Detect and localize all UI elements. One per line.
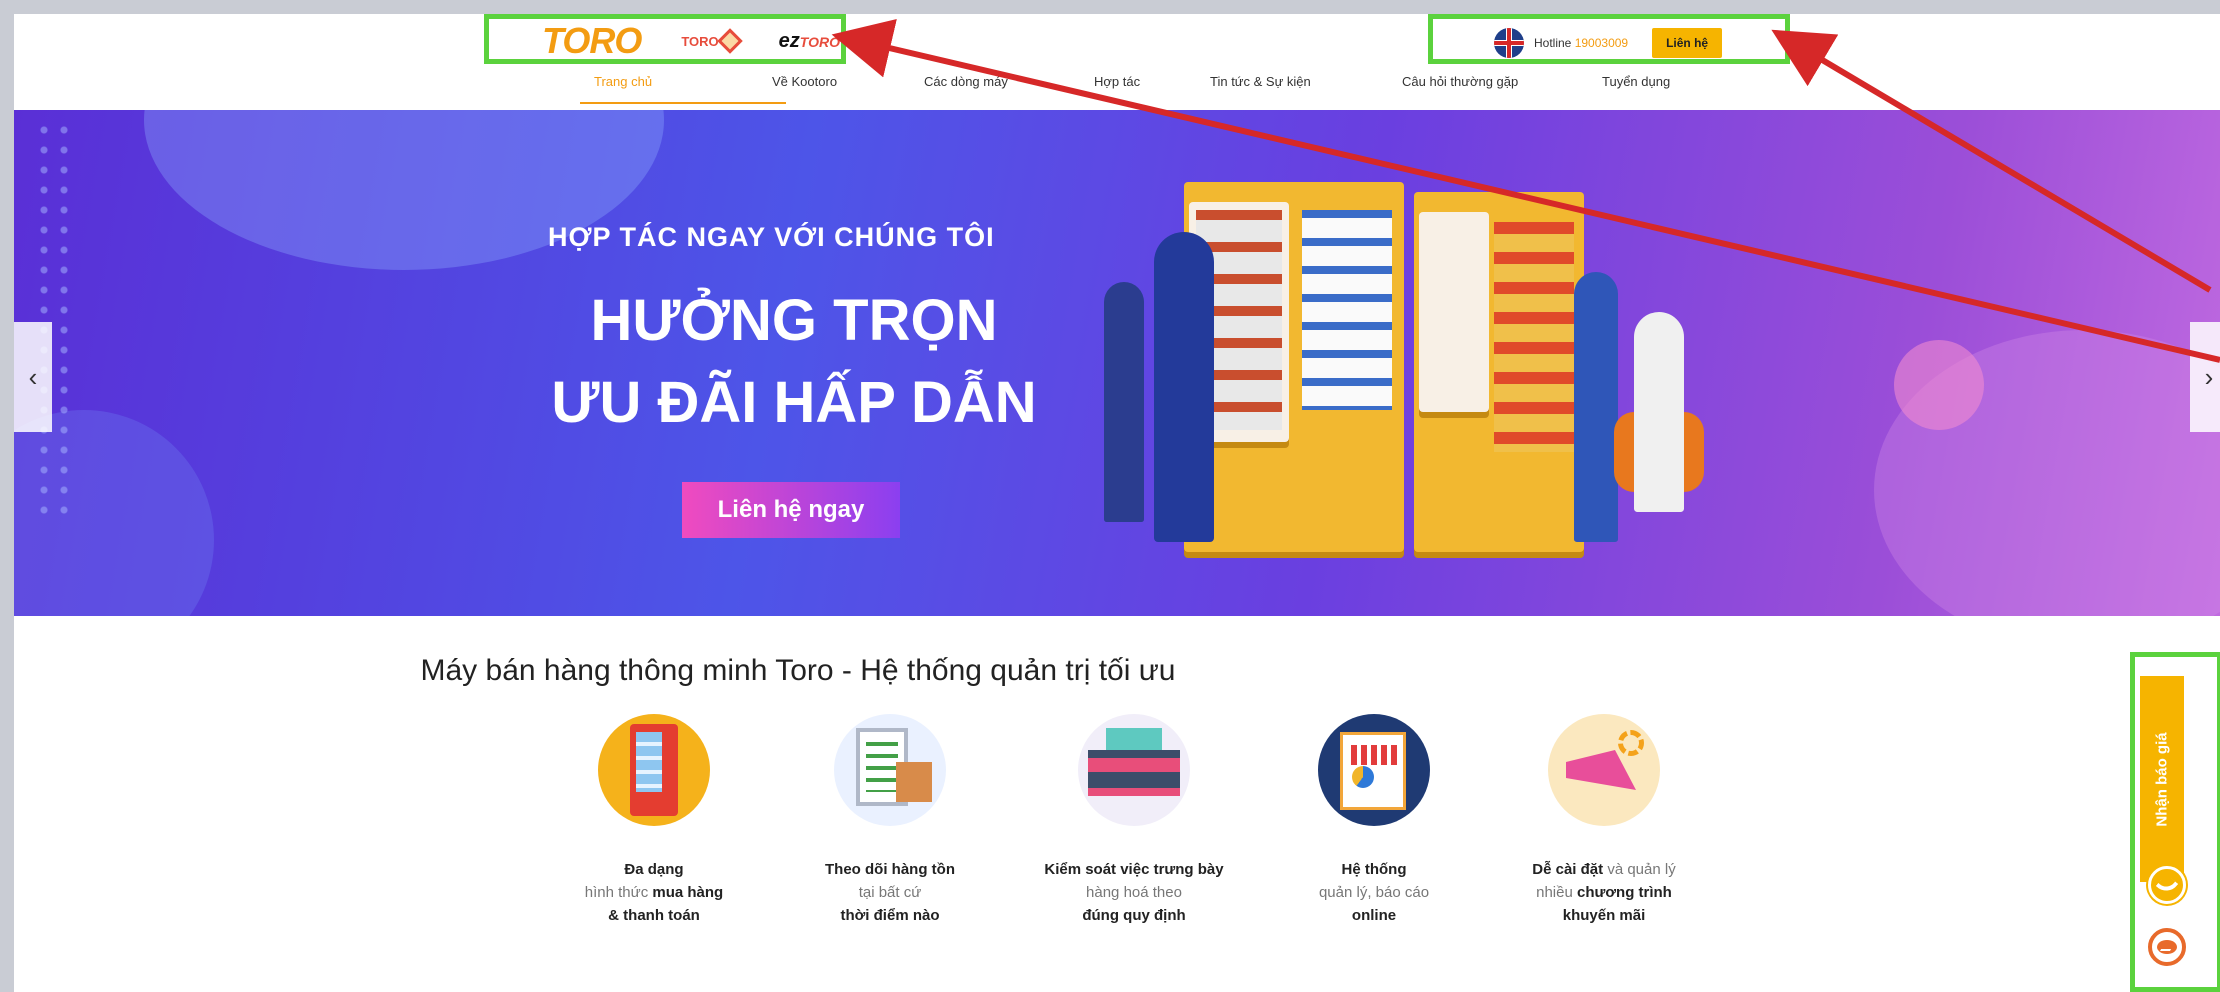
hero-banner: ‹ › HỢP TÁC NGAY VỚI CHÚNG TÔI HƯỞNG TRỌ… bbox=[14, 110, 2220, 616]
slider-next-button[interactable]: › bbox=[2190, 322, 2220, 432]
banner-decor bbox=[1894, 340, 1984, 430]
feature-line: & thanh toán bbox=[608, 907, 700, 924]
feature-line: đúng quy định bbox=[1082, 907, 1186, 924]
hero-title: HƯỞNG TRỌN ƯU ĐÃI HẤP DẪN bbox=[544, 280, 1044, 444]
get-quote-button[interactable]: Nhận báo giá bbox=[2140, 676, 2184, 882]
feature-line: hàng hoá theo bbox=[1086, 884, 1182, 901]
nav-item-news[interactable]: Tin tức & Sự kiện bbox=[1210, 74, 1402, 104]
site-header: TORO TORO ezTORO Hotline 19003009 Liên h… bbox=[14, 14, 2220, 110]
hotline: Hotline 19003009 bbox=[1534, 36, 1628, 50]
hero-title-line2: ƯU ĐÃI HẤP DẪN bbox=[551, 370, 1037, 435]
slider-prev-button[interactable]: ‹ bbox=[14, 322, 52, 432]
shelf-display-icon bbox=[1078, 714, 1190, 826]
person-figure bbox=[1154, 232, 1214, 542]
feature-emphasis: chương trình bbox=[1577, 884, 1672, 901]
contact-now-button[interactable]: Liên hệ ngay bbox=[682, 482, 900, 538]
feature-line: Kiểm soát việc trưng bày bbox=[1044, 861, 1224, 878]
nav-item-home[interactable]: Trang chủ bbox=[580, 74, 786, 104]
feature-line: thời điểm nào bbox=[840, 907, 940, 924]
report-chart-icon bbox=[1318, 714, 1430, 826]
chevron-left-icon: ‹ bbox=[28, 361, 38, 392]
feature-line: tại bất cứ bbox=[858, 884, 922, 901]
nav-item-faq[interactable]: Câu hỏi thường gặp bbox=[1402, 74, 1602, 104]
feature-emphasis: mua hàng bbox=[652, 884, 724, 901]
feature-item: Theo dõi hàng tồn tại bất cứ thời điểm n… bbox=[790, 714, 990, 927]
ez-suffix: TORO bbox=[799, 33, 840, 50]
feature-item: Đa dạng hình thức mua hàng & thanh toán bbox=[554, 714, 754, 927]
person-figure bbox=[1104, 282, 1144, 522]
messenger-icon[interactable] bbox=[2148, 928, 2186, 966]
diamond-icon bbox=[716, 28, 743, 54]
phone-icon[interactable] bbox=[2148, 866, 2186, 904]
hotline-label: Hotline bbox=[1534, 36, 1572, 50]
feature-line: online bbox=[1351, 907, 1397, 924]
hotline-number[interactable]: 19003009 bbox=[1575, 36, 1628, 50]
section-title: Máy bán hàng thông minh Toro - Hệ thống … bbox=[420, 654, 1176, 687]
product-shelves bbox=[1302, 210, 1392, 410]
feature-text: hình thức bbox=[584, 884, 653, 901]
feature-line: Hệ thống bbox=[1341, 861, 1407, 878]
vending-machine-icon bbox=[598, 714, 710, 826]
vending-machine-window bbox=[1419, 212, 1489, 412]
uk-flag-icon[interactable] bbox=[1494, 28, 1524, 58]
toro-g-logo-text: TORO bbox=[681, 33, 719, 49]
feature-line: khuyến mãi bbox=[1562, 907, 1646, 924]
hero-title-line1: HƯỞNG TRỌN bbox=[590, 288, 998, 353]
feature-line: nhiều chương trình bbox=[1504, 881, 1704, 904]
chevron-right-icon: › bbox=[2204, 361, 2214, 392]
clipboard-inventory-icon bbox=[834, 714, 946, 826]
main-nav: Trang chủ Về Kootoro Các dòng máy Hợp tá… bbox=[580, 74, 1670, 104]
feature-text: nhiều bbox=[1536, 884, 1577, 901]
feature-list: Đa dạng hình thức mua hàng & thanh toán … bbox=[554, 714, 1714, 974]
nav-item-products[interactable]: Các dòng máy bbox=[924, 74, 1094, 104]
feature-line: Theo dõi hàng tồn bbox=[825, 861, 955, 878]
feature-item: Dễ cài đặt và quản lý nhiều chương trình… bbox=[1504, 714, 1704, 927]
feature-line: hình thức mua hàng bbox=[554, 881, 754, 904]
get-quote-label: Nhận báo giá bbox=[2153, 731, 2171, 827]
nav-item-about[interactable]: Về Kootoro bbox=[772, 74, 924, 104]
person-figure bbox=[1634, 312, 1684, 512]
nav-item-careers[interactable]: Tuyển dụng bbox=[1602, 74, 1670, 104]
page: TORO TORO ezTORO Hotline 19003009 Liên h… bbox=[14, 14, 2220, 992]
feature-line: Dễ cài đặt và quản lý bbox=[1504, 858, 1704, 881]
feature-item: Hệ thống quản lý, báo cáo online bbox=[1274, 714, 1474, 927]
banner-dots-decor bbox=[34, 120, 74, 520]
person-figure bbox=[1574, 272, 1618, 542]
ez-toro-logo[interactable]: ezTORO bbox=[779, 30, 840, 53]
feature-line: quản lý, báo cáo bbox=[1318, 884, 1430, 901]
vending-machine-illustration bbox=[1074, 162, 1714, 592]
contact-button[interactable]: Liên hệ bbox=[1652, 28, 1723, 58]
product-shelves bbox=[1494, 222, 1574, 452]
logo-group: TORO TORO ezTORO bbox=[542, 20, 840, 61]
hero-kicker: HỢP TÁC NGAY VỚI CHÚNG TÔI bbox=[548, 222, 995, 252]
ez-text: ez bbox=[778, 29, 800, 52]
nav-item-partnership[interactable]: Hợp tác bbox=[1094, 74, 1210, 104]
toro-g-logo[interactable]: TORO bbox=[681, 28, 743, 54]
feature-emphasis: Dễ cài đặt bbox=[1532, 861, 1604, 878]
megaphone-gear-icon bbox=[1548, 714, 1660, 826]
feature-line: Đa dạng bbox=[624, 861, 684, 878]
feature-item: Kiểm soát việc trưng bày hàng hoá theo đ… bbox=[1024, 714, 1244, 927]
header-contact: Hotline 19003009 Liên hệ bbox=[1494, 26, 1723, 60]
toro-logo[interactable]: TORO bbox=[542, 20, 642, 62]
feature-text: và quản lý bbox=[1603, 861, 1676, 878]
